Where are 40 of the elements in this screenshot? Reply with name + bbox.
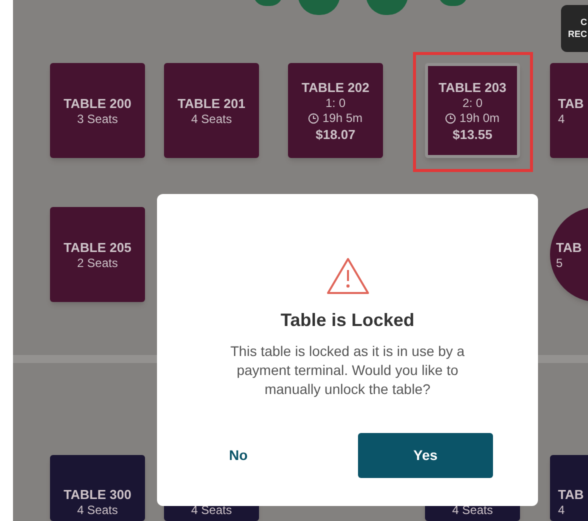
yes-button[interactable]: Yes [358, 433, 493, 478]
seat-count: 5 [556, 256, 563, 270]
table-name: TABLE 202 [302, 78, 370, 96]
no-button[interactable]: No [217, 433, 260, 478]
table-name: TABLE 201 [178, 94, 246, 112]
elapsed-time: 19h 5m [322, 110, 363, 126]
table-name: TABLE 205 [64, 238, 132, 256]
table-name: TAB [558, 486, 584, 503]
table-tile[interactable]: TABLE 205 2 Seats [50, 207, 145, 302]
clock-icon [308, 112, 320, 124]
seat-count: 4 Seats [191, 503, 232, 518]
table-tile[interactable]: TABLE 203 2: 0 19h 0m $13.55 [425, 63, 520, 158]
table-tile[interactable]: TABLE 201 4 Seats [164, 63, 259, 158]
seat-count: 4 Seats [452, 503, 493, 518]
guest-count: 2: 0 [462, 96, 482, 110]
seat-count: 3 Seats [77, 112, 118, 126]
guest-count: 1: 0 [325, 96, 346, 110]
table-tile[interactable]: TAB 4 [550, 63, 588, 158]
seat-count: 4 Seats [191, 112, 232, 126]
table-name: TAB [558, 94, 584, 112]
elapsed-time: 19h 0m [459, 110, 500, 126]
seat-count: 4 [558, 112, 565, 126]
table-tile[interactable]: TAB 4 [550, 455, 588, 521]
clock-icon [445, 112, 456, 124]
table-name: TABLE 200 [64, 94, 132, 112]
table-tile[interactable]: TABLE 202 1: 0 19h 5m $18.07 [288, 63, 383, 158]
seat-count: 2 Seats [77, 256, 118, 270]
register-button[interactable]: C REC [561, 5, 588, 52]
table-tile[interactable]: TABLE 300 4 Seats [50, 455, 145, 521]
dialog-title: Table is Locked [280, 309, 414, 332]
seat-count: 4 [558, 503, 565, 518]
table-name: TAB [556, 238, 582, 256]
table-total: $13.55 [452, 126, 492, 142]
seat-count: 4 Seats [77, 503, 118, 518]
table-name: TABLE 203 [438, 78, 506, 96]
dialog-message: This table is locked as it is in use by a payment terminal. Would you like to manually unlock the table? [229, 342, 466, 399]
table-name: TABLE 300 [64, 486, 132, 503]
warning-icon [326, 257, 370, 295]
table-tile[interactable]: TABLE 200 3 Seats [50, 63, 145, 158]
table-total: $18.07 [316, 126, 356, 142]
